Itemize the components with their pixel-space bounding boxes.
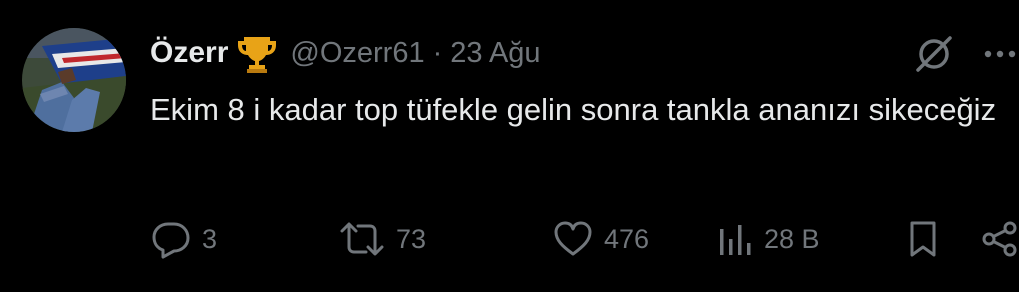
heart-icon — [552, 219, 594, 259]
tweet-date[interactable]: 23 Ağu — [450, 37, 540, 70]
reply-count: 3 — [202, 223, 218, 254]
like-button[interactable]: 476 — [552, 214, 649, 264]
retweet-button[interactable]: 73 — [338, 214, 426, 264]
reply-icon — [150, 219, 192, 259]
retweet-icon — [338, 219, 386, 259]
views-button[interactable]: 28 B — [716, 214, 820, 264]
separator-dot: · — [432, 36, 443, 69]
tweet[interactable]: Özerr @Ozerr61 · 23 Ağu Ekim 8 i kadar t… — [0, 0, 1019, 292]
trophy-icon — [238, 33, 277, 73]
bookmark-icon — [905, 219, 941, 259]
bookmark-button[interactable] — [905, 214, 941, 264]
share-button[interactable] — [980, 214, 1019, 264]
display-name[interactable]: Özerr — [150, 36, 228, 70]
tweet-actions: 3 73 476 28 B — [0, 214, 1019, 264]
more-icon[interactable] — [980, 36, 1019, 72]
tweet-header: Özerr @Ozerr61 · 23 Ağu — [150, 30, 541, 76]
views-icon — [716, 219, 754, 259]
retweet-count: 73 — [396, 223, 427, 254]
share-icon — [980, 219, 1019, 259]
avatar[interactable] — [22, 28, 126, 132]
tweet-text: Ekim 8 i kadar top tüfekle gelin sonra t… — [150, 92, 997, 127]
grok-icon[interactable] — [912, 34, 956, 74]
views-count: 28 B — [764, 223, 820, 254]
reply-button[interactable]: 3 — [150, 214, 217, 264]
user-handle[interactable]: @Ozerr61 — [290, 37, 424, 70]
like-count: 476 — [604, 223, 650, 254]
